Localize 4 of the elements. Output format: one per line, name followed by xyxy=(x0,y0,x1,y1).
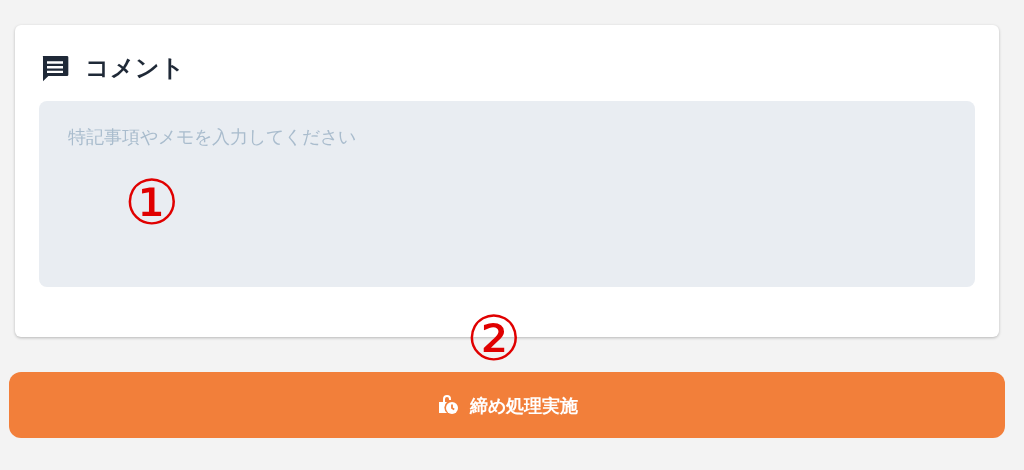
annotation-number: ② xyxy=(466,308,522,370)
close-process-button[interactable]: 締め処理実施 xyxy=(9,372,1005,438)
annotation-number: ① xyxy=(124,172,180,234)
card-title: コメント xyxy=(85,53,185,84)
